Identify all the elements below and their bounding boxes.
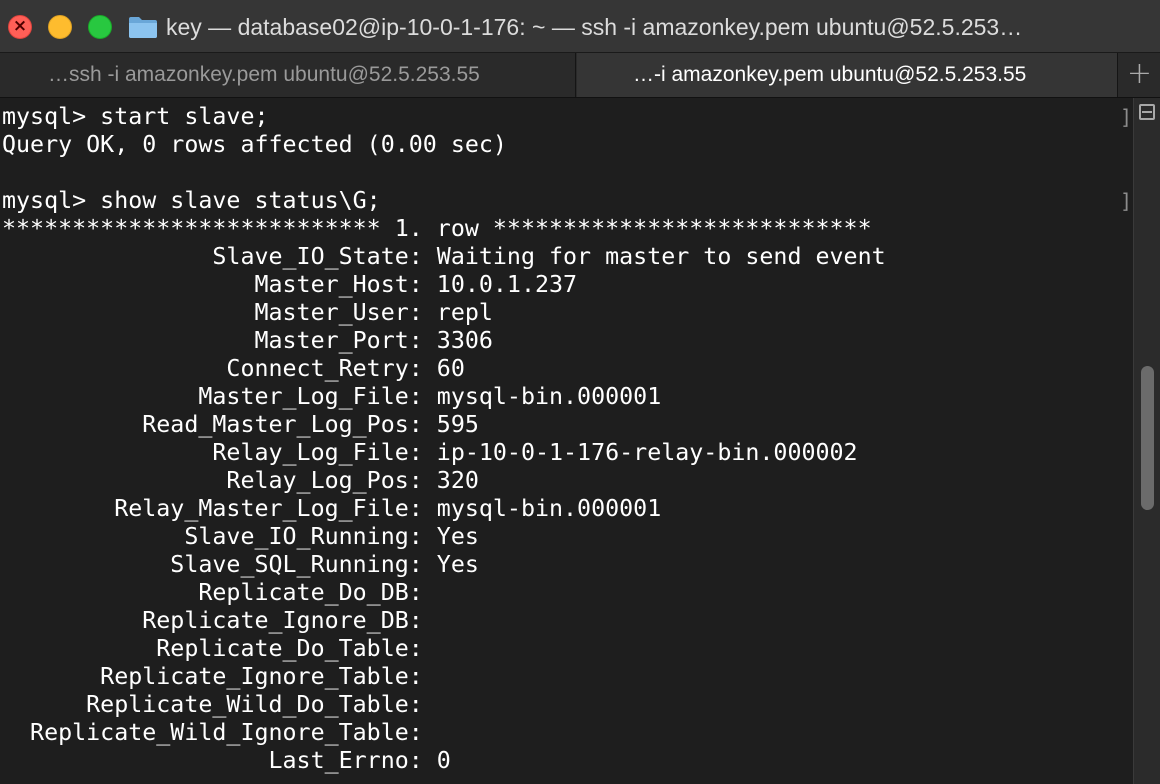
terminal-line: mysql> show slave status\G; (2, 187, 381, 214)
line-mark: ] (1120, 189, 1133, 213)
tab-ssh-1[interactable]: …ssh -i amazonkey.pem ubuntu@52.5.253.55 (0, 53, 576, 97)
close-icon[interactable]: × (8, 15, 32, 39)
tab-label: …-i amazonkey.pem ubuntu@52.5.253.55 (633, 63, 1027, 86)
tab-bar: …ssh -i amazonkey.pem ubuntu@52.5.253.55… (0, 52, 1160, 98)
terminal-line: mysql> start slave; (2, 103, 269, 130)
minimize-icon[interactable] (48, 15, 72, 39)
terminal-line: Connect_Retry: 60 (2, 355, 465, 382)
window-title: key — database02@ip-10-0-1-176: ~ — ssh … (166, 14, 1023, 40)
split-pane-icon[interactable] (1139, 104, 1155, 120)
terminal-line: Relay_Master_Log_File: mysql-bin.000001 (2, 495, 662, 522)
terminal-line: Read_Master_Log_Pos: 595 (2, 411, 479, 438)
terminal-line: Master_User: repl (2, 299, 493, 326)
terminal-line: Query OK, 0 rows affected (0.00 sec) (2, 131, 507, 158)
terminal-line: Replicate_Do_DB: (2, 579, 437, 606)
terminal-line: *************************** 1. row *****… (2, 215, 872, 242)
terminal-output: mysql> start slave; Query OK, 0 rows affe… (2, 103, 886, 775)
terminal-line: Relay_Log_File: ip-10-0-1-176-relay-bin.… (2, 439, 858, 466)
terminal-line: Replicate_Do_Table: (2, 635, 437, 662)
close-glyph: × (12, 16, 28, 36)
line-mark: ] (1120, 105, 1133, 129)
folder-icon (129, 17, 157, 38)
vertical-scrollbar[interactable] (1133, 98, 1160, 784)
terminal-content[interactable]: mysql> start slave; Query OK, 0 rows affe… (0, 98, 1133, 784)
terminal-line: Replicate_Ignore_Table: (2, 663, 437, 690)
tab-ssh-2-active[interactable]: …-i amazonkey.pem ubuntu@52.5.253.55 (577, 53, 1118, 97)
terminal-line: Slave_SQL_Running: Yes (2, 551, 479, 578)
maximize-icon[interactable] (88, 15, 112, 39)
tab-label: …ssh -i amazonkey.pem ubuntu@52.5.253.55 (48, 63, 480, 86)
terminal-line: Relay_Log_Pos: 320 (2, 467, 479, 494)
terminal-line: Replicate_Ignore_DB: (2, 607, 437, 634)
terminal-line: Master_Host: 10.0.1.237 (2, 271, 578, 298)
title-bar[interactable]: × key — database02@ip-10-0-1-176: ~ — ss… (0, 0, 1160, 52)
terminal-line: Master_Log_File: mysql-bin.000001 (2, 383, 662, 410)
scroll-thumb[interactable] (1141, 366, 1154, 510)
terminal-window: × key — database02@ip-10-0-1-176: ~ — ss… (0, 0, 1160, 784)
terminal-line: Slave_IO_State: Waiting for master to se… (2, 243, 886, 270)
new-tab-button[interactable]: + (1119, 53, 1160, 97)
terminal-line: Slave_IO_Running: Yes (2, 523, 479, 550)
terminal-line: Replicate_Wild_Ignore_Table: (2, 719, 437, 746)
terminal-line: Last_Errno: 0 (2, 747, 451, 774)
terminal-line: Master_Port: 3306 (2, 327, 493, 354)
terminal-line: Replicate_Wild_Do_Table: (2, 691, 437, 718)
